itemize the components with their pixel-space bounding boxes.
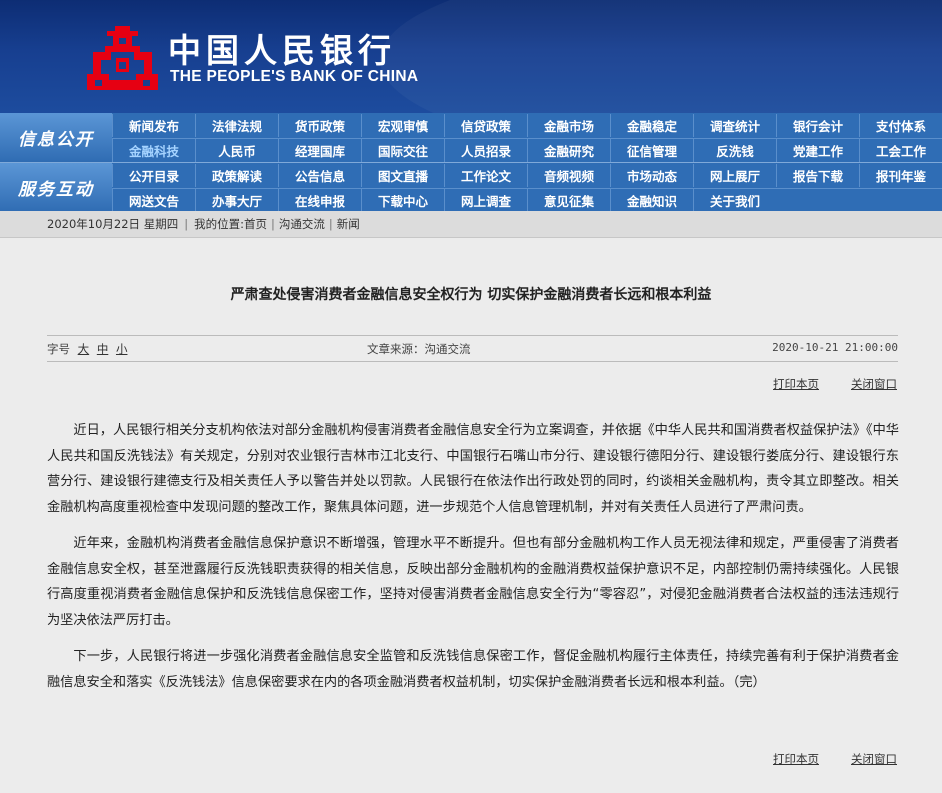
nav-item[interactable]: 人民币 [195, 139, 278, 162]
article-title: 严肃查处侵害消费者金融信息安全权行为 切实保护金融消费者长远和根本利益 [230, 287, 712, 303]
nav-item[interactable]: 信贷政策 [444, 114, 527, 137]
article-meta: 字号 大 中 小 文章来源：沟通交流 2020-10-21 21:00:00 [47, 341, 898, 359]
close-window-link[interactable]: 关闭窗口 [851, 376, 897, 392]
nav-item[interactable]: 下载中心 [361, 189, 444, 212]
nav-row: 公开目录 政策解读 公告信息 图文直播 工作论文 音频视频 市场动态 网上展厅 报告下载 报刊年鉴 [112, 164, 942, 188]
separator: | [270, 217, 275, 231]
font-size-large[interactable]: 大 [78, 342, 90, 356]
nav-item[interactable]: 报刊年鉴 [859, 164, 942, 187]
nav-item[interactable]: 人员招录 [444, 139, 527, 162]
article-paragraph: 近日，人民银行相关分支机构依法对部分金融机构侵害消费者金融信息安全行为立案调查，… [47, 423, 899, 515]
nav-item[interactable]: 金融研究 [527, 139, 610, 162]
article-actions-bottom: 打印本页 关闭窗口 [47, 751, 898, 767]
bank-name-cn: 中国人民银行 [168, 31, 396, 70]
nav-item[interactable]: 市场动态 [610, 164, 693, 187]
breadcrumb-communication[interactable]: 沟通交流 [279, 216, 325, 232]
nav-item[interactable]: 银行会计 [776, 114, 859, 137]
banner-decoration [380, 0, 942, 113]
nav-item[interactable]: 公告信息 [278, 164, 361, 187]
nav-item[interactable]: 金融稳定 [610, 114, 693, 137]
close-window-link[interactable]: 关闭窗口 [851, 751, 897, 767]
divider [47, 361, 898, 362]
article-paragraph: 下一步，人民银行将进一步强化消费者金融信息安全监管和反洗钱信息保密工作，督促金融… [47, 649, 899, 690]
print-page-link[interactable]: 打印本页 [773, 376, 819, 392]
site-header: 中国人民银行 THE PEOPLE'S BANK OF CHINA [0, 0, 942, 113]
nav-item[interactable]: 办事大厅 [195, 189, 278, 212]
nav-row: 网送文告 办事大厅 在线申报 下载中心 网上调查 意见征集 金融知识 关于我们 [112, 188, 942, 212]
article-body: 近日，人民银行相关分支机构依法对部分金融机构侵害消费者金融信息安全行为立案调查，… [47, 418, 899, 706]
nav-item[interactable]: 党建工作 [776, 139, 859, 162]
section-label: 信息公开 [0, 113, 112, 162]
nav-item[interactable]: 金融市场 [527, 114, 610, 137]
nav-item[interactable]: 音频视频 [527, 164, 610, 187]
breadcrumb-news[interactable]: 新闻 [337, 216, 360, 232]
nav-item[interactable]: 公开目录 [112, 164, 195, 187]
nav-item[interactable]: 政策解读 [195, 164, 278, 187]
nav-section-info-disclosure: 信息公开 新闻发布 法律法规 货币政策 宏观审慎 信贷政策 金融市场 金融稳定 调查统计 银行会… [0, 113, 942, 162]
article-date: 2020-10-21 21:00:00 [772, 341, 898, 354]
section-label: 服务互动 [0, 163, 112, 212]
nav-item[interactable]: 网上展厅 [693, 164, 776, 187]
nav-item[interactable]: 图文直播 [361, 164, 444, 187]
nav-row: 新闻发布 法律法规 货币政策 宏观审慎 信贷政策 金融市场 金融稳定 调查统计 银行会计 支付体系 [112, 114, 942, 138]
nav-item[interactable]: 网上调查 [444, 189, 527, 212]
nav-item[interactable]: 金融知识 [610, 189, 693, 212]
nav-section-service-interaction: 服务互动 公开目录 政策解读 公告信息 图文直播 工作论文 音频视频 市场动态 网上展厅 报告下… [0, 162, 942, 212]
bank-name-en: THE PEOPLE'S BANK OF CHINA [170, 68, 419, 85]
main-navigation: 信息公开 新闻发布 法律法规 货币政策 宏观审慎 信贷政策 金融市场 金融稳定 调查统计 银行会… [0, 113, 942, 212]
nav-item[interactable]: 宏观审慎 [361, 114, 444, 137]
pboc-logo-icon[interactable] [85, 24, 160, 92]
nav-item[interactable]: 支付体系 [859, 114, 942, 137]
breadcrumb-home[interactable]: 首页 [244, 216, 267, 232]
print-page-link[interactable]: 打印本页 [773, 751, 819, 767]
font-size-label: 字号 [47, 342, 70, 356]
nav-item[interactable]: 经理国库 [278, 139, 361, 162]
nav-item[interactable]: 国际交往 [361, 139, 444, 162]
nav-item[interactable]: 报告下载 [776, 164, 859, 187]
breadcrumb: 2020年10月22日 星期四 | 我的位置: 首页 | 沟通交流 | 新闻 [0, 211, 942, 238]
current-date: 2020年10月22日 星期四 [47, 217, 179, 231]
nav-item[interactable]: 法律法规 [195, 114, 278, 137]
nav-item[interactable]: 新闻发布 [112, 114, 195, 137]
font-size-small[interactable]: 小 [116, 342, 128, 356]
nav-item[interactable]: 调查统计 [693, 114, 776, 137]
nav-item[interactable]: 网送文告 [112, 189, 195, 212]
nav-item[interactable]: 货币政策 [278, 114, 361, 137]
nav-item[interactable]: 在线申报 [278, 189, 361, 212]
nav-item[interactable]: 反洗钱 [693, 139, 776, 162]
article-actions-top: 打印本页 关闭窗口 [47, 376, 898, 392]
separator: | [328, 217, 333, 231]
article-paragraph: 近年来，金融机构消费者金融信息保护意识不断增强，管理水平不断提升。但也有部分金融… [47, 536, 899, 628]
location-label: 我的位置: [194, 217, 244, 231]
divider [47, 335, 898, 336]
nav-item[interactable]: 关于我们 [693, 189, 776, 212]
nav-item[interactable]: 征信管理 [610, 139, 693, 162]
nav-item[interactable]: 工会工作 [859, 139, 942, 162]
article-source: 文章来源：沟通交流 [367, 342, 471, 356]
nav-item[interactable]: 工作论文 [444, 164, 527, 187]
nav-item[interactable]: 金融科技 [112, 139, 195, 162]
separator: | [184, 217, 189, 231]
font-size-medium[interactable]: 中 [97, 342, 109, 356]
nav-item[interactable]: 意见征集 [527, 189, 610, 212]
nav-row: 金融科技 人民币 经理国库 国际交往 人员招录 金融研究 征信管理 反洗钱 党建工作 工会工作 [112, 138, 942, 162]
font-size-control: 字号 大 中 小 [47, 341, 127, 357]
